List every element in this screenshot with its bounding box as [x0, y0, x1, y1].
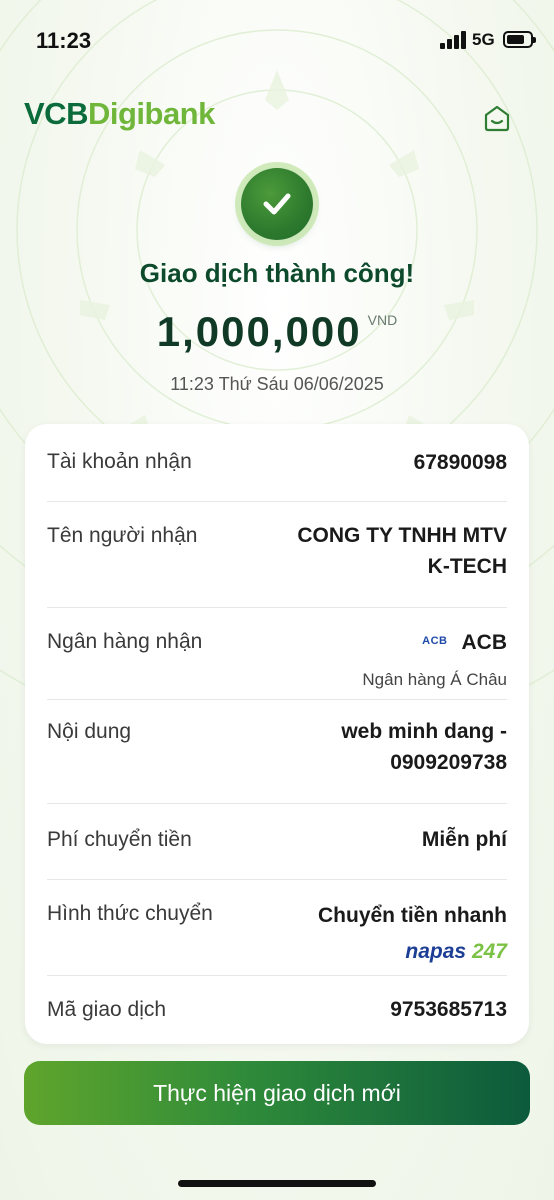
detail-value-line2: K-TECH	[427, 555, 507, 578]
vcb-digibank-logo: VCBDigibank	[24, 96, 215, 131]
transaction-datetime: 11:23 Thứ Sáu 06/06/2025	[170, 374, 384, 394]
detail-row-transaction-id: Mã giao dịch 9753685713	[47, 976, 507, 1044]
amount-value: 1,000,000	[156, 308, 362, 355]
home-button[interactable]	[479, 100, 515, 136]
detail-value-line1: CONG TY TNHH MTV	[297, 524, 507, 547]
detail-row-account: Tài khoản nhận 67890098	[47, 424, 507, 502]
detail-row-method: Hình thức chuyển Chuyển tiền nhanh napas…	[47, 880, 507, 976]
success-title: Giao dịch thành công!	[139, 258, 415, 288]
status-time: 11:23	[36, 28, 92, 53]
new-transaction-button[interactable]: Thực hiện giao dịch mới	[24, 1061, 530, 1125]
success-badge	[241, 168, 313, 240]
detail-row-content: Nội dung web minh dang - 0909209738	[47, 700, 507, 804]
detail-label: Hình thức chuyển	[47, 902, 213, 925]
detail-label: Ngân hàng nhận	[47, 630, 203, 653]
battery-icon	[503, 31, 536, 48]
detail-value: ACB ACB	[422, 628, 507, 658]
status-bar: 11:23 5G	[0, 0, 554, 80]
network-type: 5G	[472, 30, 495, 49]
detail-label: Tài khoản nhận	[47, 450, 192, 473]
detail-row-fee: Phí chuyển tiền Miễn phí	[47, 804, 507, 880]
detail-label: Mã giao dịch	[47, 998, 167, 1021]
acb-logo-icon: ACB	[422, 635, 448, 648]
home-icon	[484, 105, 510, 132]
amount-currency: VND	[367, 312, 398, 328]
transaction-details-card: Tài khoản nhận 67890098 Tên người nhận C…	[25, 424, 529, 1044]
detail-subvalue: Ngân hàng Á Châu	[362, 670, 507, 689]
napas247-logo: napas 247	[405, 940, 507, 963]
detail-value-line1: web minh dang -	[341, 720, 507, 743]
detail-label: Tên người nhận	[47, 524, 198, 547]
detail-row-bank: Ngân hàng nhận ACB ACB Ngân hàng Á Châu	[47, 608, 507, 700]
home-indicator[interactable]	[178, 1180, 376, 1187]
detail-value: 67890098	[413, 451, 507, 474]
detail-row-recipient: Tên người nhận CONG TY TNHH MTV K-TECH	[47, 502, 507, 608]
detail-value: 9753685713	[390, 998, 507, 1021]
checkmark-icon	[263, 193, 291, 215]
detail-value: Chuyển tiền nhanh	[318, 904, 507, 927]
detail-value-line2: 0909209738	[390, 751, 507, 774]
detail-value: Miễn phí	[421, 828, 507, 851]
detail-label: Nội dung	[47, 720, 132, 743]
signal-strength-icon	[440, 31, 466, 49]
amount-display: 1,000,000 VND	[0, 308, 554, 356]
detail-label: Phí chuyển tiền	[47, 828, 192, 851]
